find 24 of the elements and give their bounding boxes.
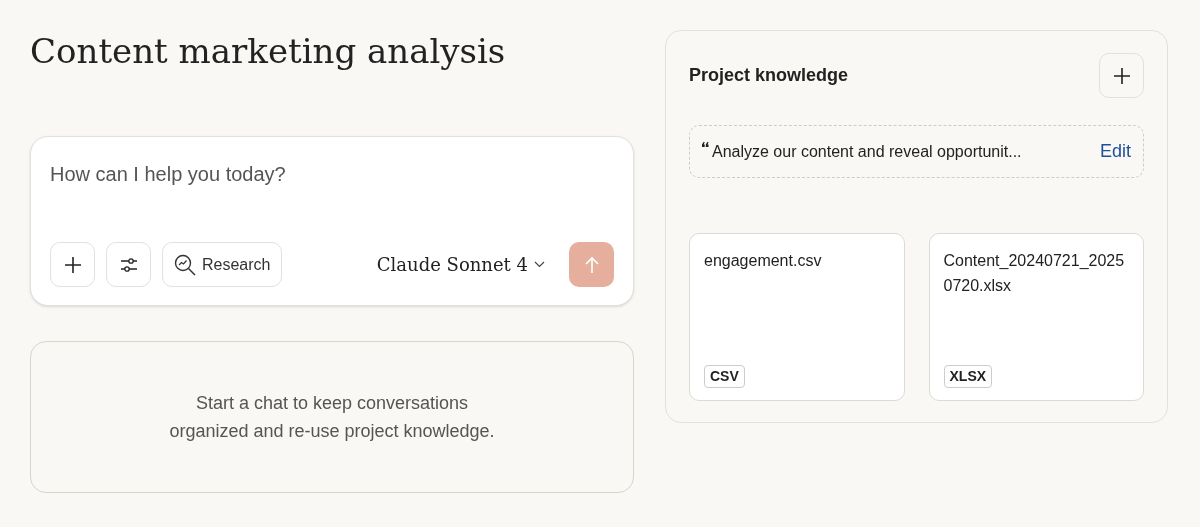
file-name: engagement.csv [704,251,823,271]
quote-icon [702,142,709,147]
project-instructions: Analyze our content and reveal opportunit... [712,141,1022,162]
file-name: Content_20240721_20250720.xlsx [943,251,1126,296]
panel-heading: Project knowledge [689,64,849,87]
empty-state-message: Start a chat to keep conversations organized and re-use project knowledge. [168,392,496,443]
add-button[interactable] [50,242,95,287]
add-knowledge-button[interactable] [1099,53,1144,98]
message-input[interactable]: How can I help you today? [50,159,614,189]
page-title: Content marketing analysis [30,30,506,72]
edit-link[interactable]: Edit [1099,138,1131,165]
file-card[interactable]: engagement.csv CSV [689,233,905,401]
arrow-up-icon [584,255,599,274]
sliders-icon [119,257,138,272]
research-button[interactable]: Research [162,242,283,287]
research-icon [174,253,196,276]
tools-button[interactable] [106,242,151,287]
file-type-tag: XLSX [943,365,993,388]
file-card[interactable]: Content_20240721_20250720.xlsx XLSX [928,233,1144,401]
file-type-tag: CSV [704,365,745,388]
plus-icon [63,255,82,274]
model-selector[interactable]: Claude Sonnet 4 [376,251,545,278]
plus-icon [1112,66,1131,85]
chevron-down-icon [534,261,545,268]
